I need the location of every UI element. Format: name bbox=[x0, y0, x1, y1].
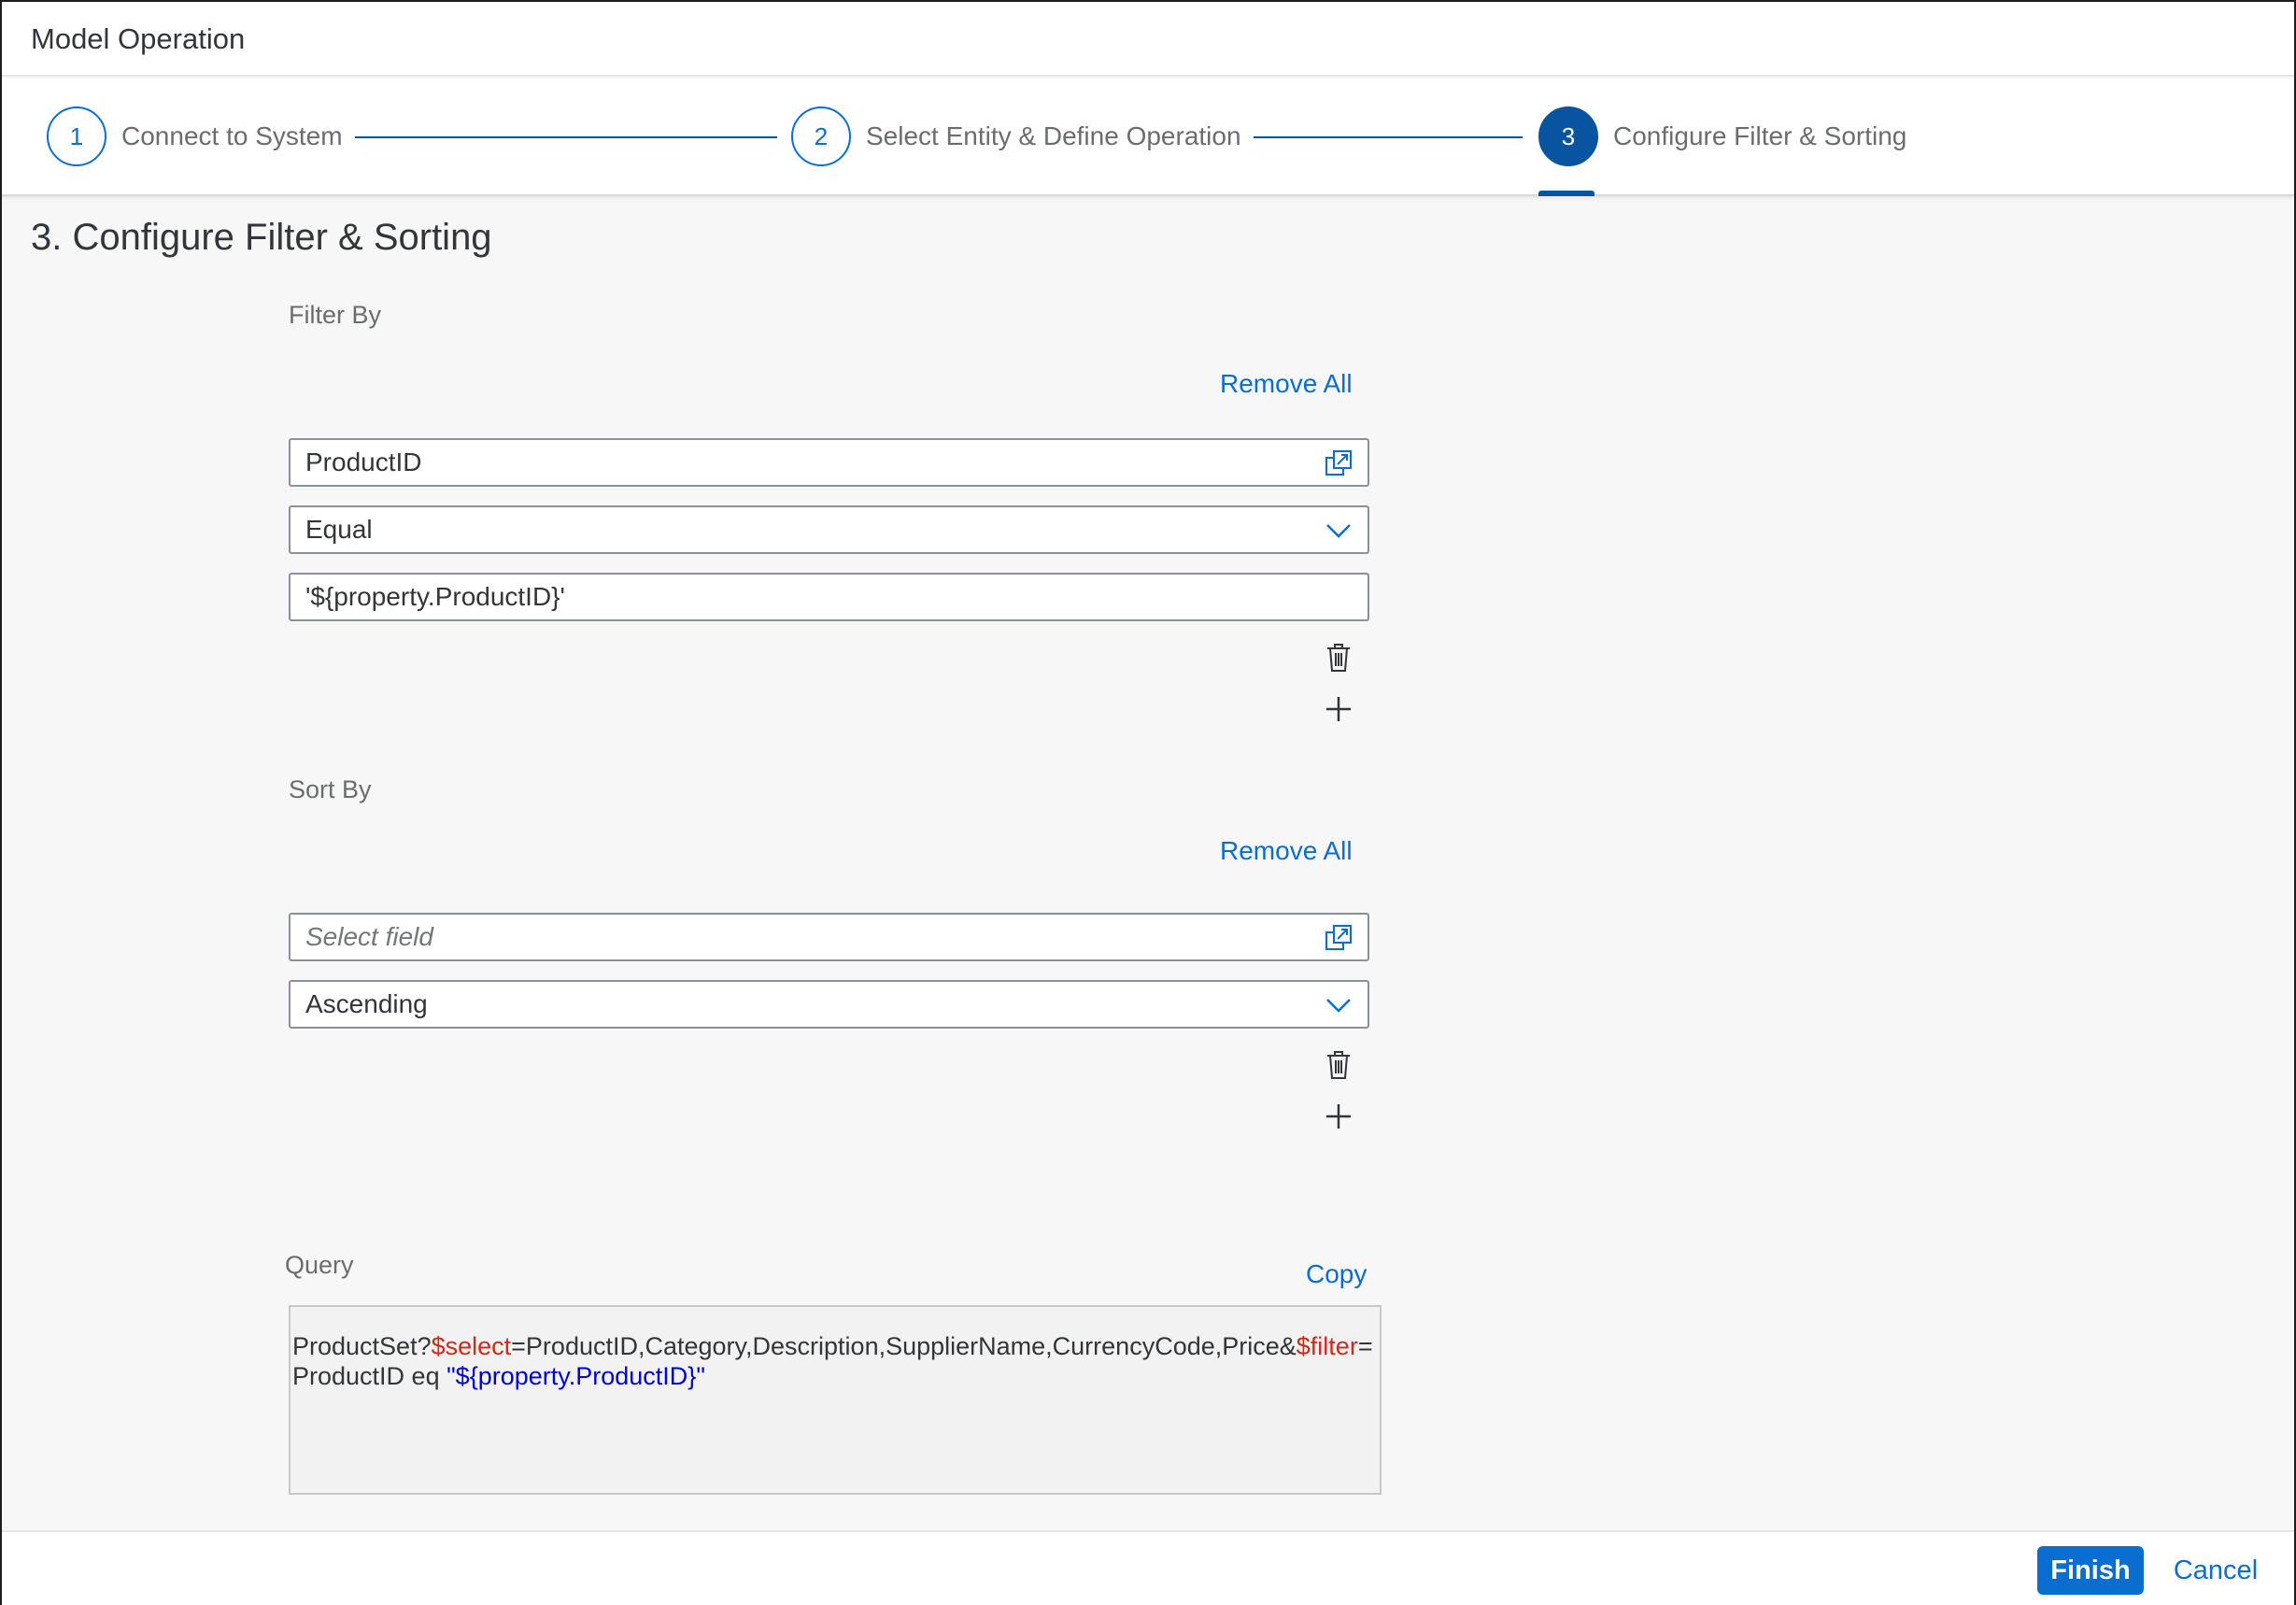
wizard-step-2[interactable]: 2 Select Entity & Define Operation bbox=[791, 107, 1241, 166]
sort-by-label: Sort By bbox=[289, 775, 372, 803]
query-text-area[interactable]: ProductSet?$select=ProductID,Category,De… bbox=[289, 1305, 1382, 1495]
dialog-footer: Finish Cancel bbox=[2, 1530, 2294, 1605]
step-connector-1 bbox=[355, 136, 777, 138]
step-1-label: Connect to System bbox=[121, 121, 343, 150]
section-title: 3. Configure Filter & Sorting bbox=[31, 217, 492, 258]
filter-operator-value: Equal bbox=[305, 515, 373, 544]
step-3-label: Configure Filter & Sorting bbox=[1613, 121, 1907, 150]
model-operation-dialog: Model Operation 1 Connect to System 2 Se… bbox=[0, 0, 2296, 1605]
query-filter-keyword: $filter bbox=[1296, 1332, 1358, 1360]
step-2-label: Select Entity & Define Operation bbox=[866, 121, 1241, 150]
wizard-step-1[interactable]: 1 Connect to System bbox=[47, 107, 343, 166]
query-select-fields: =ProductID,Category,Description,Supplier… bbox=[511, 1332, 1297, 1360]
sort-remove-all-link[interactable]: Remove All bbox=[1220, 836, 1353, 866]
filter-operator-select[interactable]: Equal bbox=[289, 505, 1369, 554]
wizard-step-3[interactable]: 3 Configure Filter & Sorting bbox=[1538, 107, 1906, 166]
step-connector-2 bbox=[1254, 136, 1523, 138]
chevron-down-icon[interactable] bbox=[1323, 515, 1354, 547]
step-3-number: 3 bbox=[1538, 107, 1598, 166]
finish-button[interactable]: Finish bbox=[2037, 1546, 2144, 1595]
dialog-header: Model Operation bbox=[2, 2, 2294, 77]
active-step-indicator bbox=[1538, 191, 1594, 196]
filter-delete-trash-icon[interactable] bbox=[1320, 639, 1357, 676]
query-entity: ProductSet? bbox=[292, 1332, 432, 1360]
filter-add-plus-icon[interactable] bbox=[1320, 690, 1357, 728]
step-2-number: 2 bbox=[791, 107, 851, 166]
sort-field-input[interactable]: Select field bbox=[289, 913, 1369, 961]
query-select-keyword: $select bbox=[431, 1332, 512, 1360]
query-copy-link[interactable]: Copy bbox=[1306, 1259, 1367, 1289]
dialog-title: Model Operation bbox=[31, 22, 246, 55]
filter-remove-all-link[interactable]: Remove All bbox=[1220, 369, 1353, 399]
filter-value-text: '${property.ProductID}' bbox=[305, 582, 565, 611]
filter-value-input[interactable]: '${property.ProductID}' bbox=[289, 573, 1369, 621]
sort-order-select[interactable]: Ascending bbox=[289, 980, 1369, 1029]
sort-field-placeholder: Select field bbox=[305, 922, 433, 951]
sort-order-value: Ascending bbox=[305, 989, 428, 1018]
query-label: Query bbox=[285, 1251, 354, 1279]
cancel-button[interactable]: Cancel bbox=[2160, 1546, 2272, 1595]
filter-field-value: ProductID bbox=[305, 447, 422, 476]
query-filter-value: "${property.ProductID}" bbox=[446, 1362, 705, 1390]
sort-add-plus-icon[interactable] bbox=[1320, 1098, 1357, 1135]
value-help-icon[interactable] bbox=[1323, 447, 1354, 479]
filter-field-input[interactable]: ProductID bbox=[289, 438, 1369, 487]
chevron-down-icon[interactable] bbox=[1323, 989, 1354, 1021]
sort-delete-trash-icon[interactable] bbox=[1320, 1046, 1357, 1084]
value-help-icon[interactable] bbox=[1323, 922, 1354, 954]
filter-by-label: Filter By bbox=[289, 301, 382, 329]
wizard-progress: 1 Connect to System 2 Select Entity & De… bbox=[2, 78, 2294, 196]
step-1-number: 1 bbox=[47, 107, 106, 166]
